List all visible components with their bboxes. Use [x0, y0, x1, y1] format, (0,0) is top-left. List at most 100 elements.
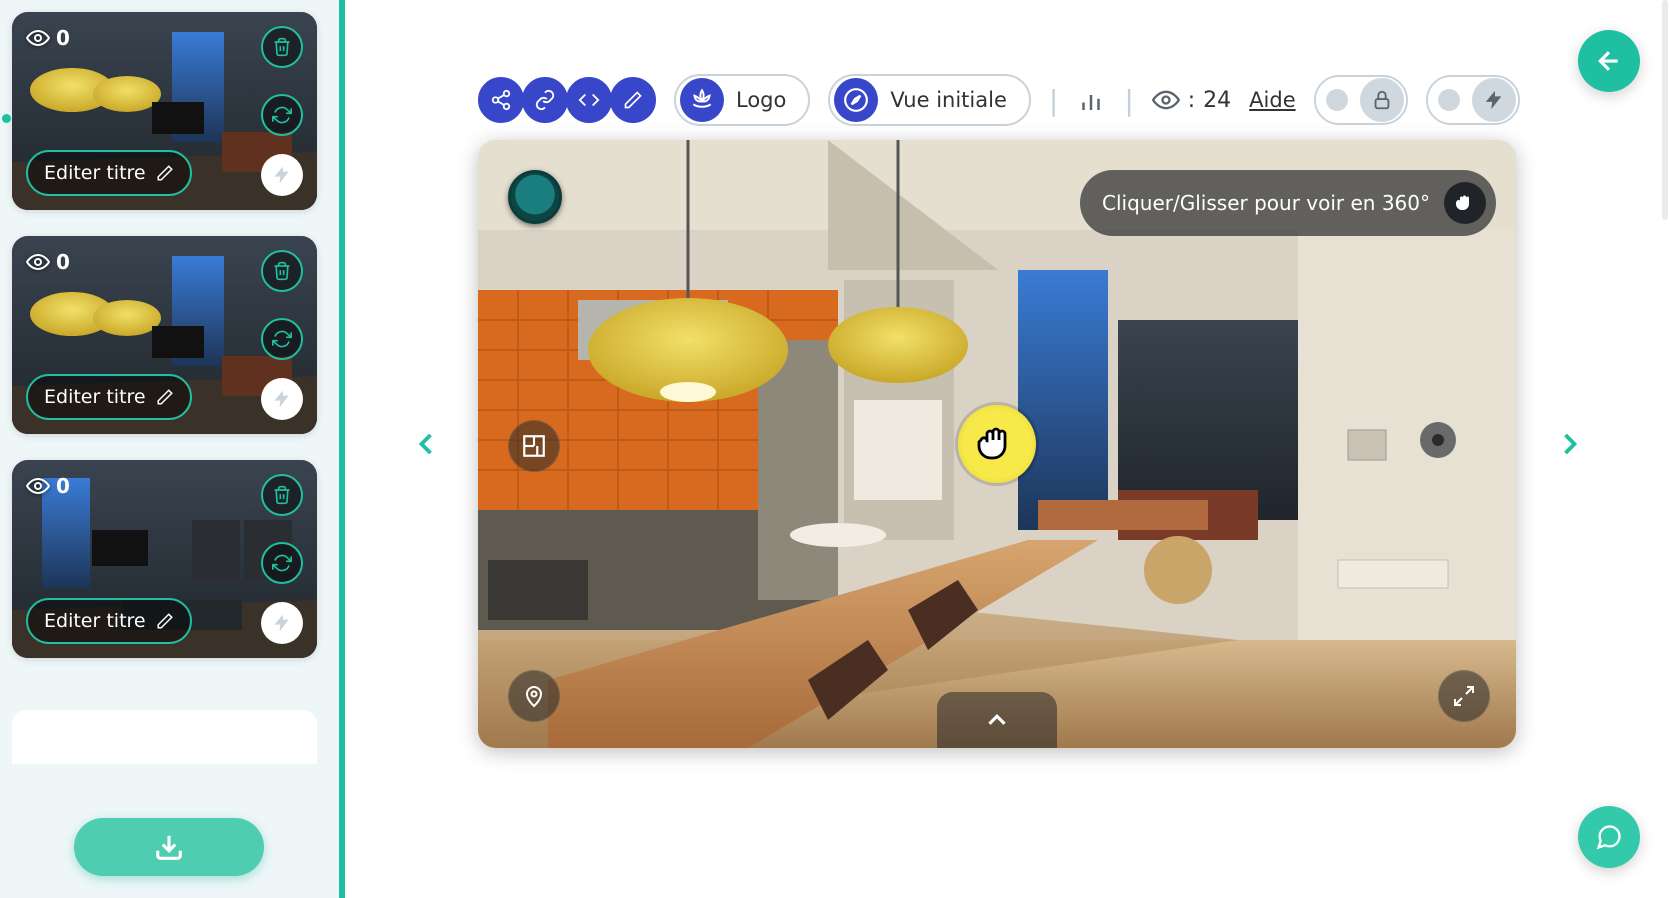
thumbnail-views: 0	[26, 474, 70, 498]
chevron-up-icon	[982, 705, 1012, 735]
trash-icon	[272, 37, 292, 57]
eye-icon	[1152, 86, 1180, 114]
edit-title-label: Editer titre	[44, 162, 146, 184]
delete-button[interactable]	[261, 26, 303, 68]
view-count: 0	[56, 474, 70, 498]
separator: |	[1049, 84, 1058, 117]
lock-icon	[1371, 89, 1393, 111]
thumbnail-item[interactable]: 0 Editer titre	[12, 236, 317, 434]
next-button[interactable]	[1552, 404, 1588, 484]
stats-button[interactable]	[1076, 85, 1106, 115]
edit-title-button[interactable]: Editer titre	[26, 150, 192, 196]
delete-button[interactable]	[261, 474, 303, 516]
chevron-left-icon	[408, 409, 444, 479]
refresh-icon	[272, 105, 292, 125]
bolt-icon	[272, 389, 292, 409]
refresh-button[interactable]	[261, 94, 303, 136]
thumbnail-item[interactable]: 0 Editer titre	[12, 460, 317, 658]
toggle-knob	[1438, 89, 1460, 111]
grab-hand-icon	[973, 420, 1021, 468]
refresh-icon	[272, 329, 292, 349]
thumbnail-views: 0	[26, 26, 70, 50]
logo-button[interactable]: Logo	[674, 74, 810, 126]
compass-icon-wrap	[834, 78, 878, 122]
view-count: 0	[56, 26, 70, 50]
grab-icon	[1453, 191, 1477, 215]
back-fab[interactable]	[1578, 30, 1640, 92]
refresh-icon	[272, 553, 292, 573]
link-icon	[534, 89, 556, 111]
initial-view-label: Vue initiale	[890, 88, 1007, 112]
refresh-button[interactable]	[261, 542, 303, 584]
share-icon	[490, 89, 512, 111]
download-button[interactable]	[74, 818, 264, 876]
logo-icon-wrap	[680, 78, 724, 122]
view-count-prefix: :	[1188, 88, 1195, 113]
edit-title-button[interactable]: Editer titre	[26, 374, 192, 420]
refresh-button[interactable]	[261, 318, 303, 360]
panorama-viewer[interactable]: Cliquer/Glisser pour voir en 360°	[478, 140, 1516, 748]
trash-icon	[272, 261, 292, 281]
bar-chart-icon	[1076, 85, 1106, 115]
gallery-tray[interactable]	[937, 692, 1057, 748]
fullscreen-button[interactable]	[1438, 670, 1490, 722]
cursor-indicator	[958, 405, 1036, 483]
trash-icon	[272, 485, 292, 505]
location-button[interactable]	[508, 670, 560, 722]
delete-button[interactable]	[261, 250, 303, 292]
link-button[interactable]	[522, 77, 568, 123]
share-group	[478, 77, 656, 123]
share-button[interactable]	[478, 77, 524, 123]
scrollbar[interactable]	[1662, 0, 1668, 220]
help-link[interactable]: Aide	[1249, 88, 1295, 112]
quick-action-button[interactable]	[261, 154, 303, 196]
pencil-icon	[156, 164, 174, 182]
embed-button[interactable]	[566, 77, 612, 123]
edit-tour-button[interactable]	[610, 77, 656, 123]
quick-action-button[interactable]	[261, 602, 303, 644]
eye-icon	[26, 26, 50, 50]
floorplan-button[interactable]	[508, 420, 560, 472]
edit-title-label: Editer titre	[44, 610, 146, 632]
sidebar: 0 Editer titre 0	[0, 0, 345, 898]
view-count: 0	[56, 250, 70, 274]
code-icon	[578, 89, 600, 111]
bolt-icon	[272, 613, 292, 633]
pencil-icon	[156, 612, 174, 630]
bolt-icon	[1483, 89, 1505, 111]
hand-icon-wrap	[1444, 182, 1486, 224]
bolt-icon	[272, 165, 292, 185]
thumbnail-list: 0 Editer titre 0	[12, 12, 317, 764]
lock-icon-wrap	[1360, 78, 1404, 122]
chevron-right-icon	[1552, 409, 1588, 479]
map-pin-icon	[522, 684, 546, 708]
separator: |	[1124, 84, 1133, 117]
floorplan-icon	[521, 433, 547, 459]
drag-hint-text: Cliquer/Glisser pour voir en 360°	[1102, 191, 1430, 215]
viewer-area: Cliquer/Glisser pour voir en 360°	[478, 140, 1518, 748]
add-placeholder	[12, 710, 317, 764]
chat-icon	[1595, 823, 1623, 851]
drag-hint: Cliquer/Glisser pour voir en 360°	[1080, 170, 1496, 236]
edit-title-button[interactable]: Editer titre	[26, 598, 192, 644]
download-icon	[154, 832, 184, 862]
pencil-icon	[156, 388, 174, 406]
thumbnail-item[interactable]: 0 Editer titre	[12, 12, 317, 210]
bolt-icon-wrap	[1472, 78, 1516, 122]
brand-badge[interactable]	[508, 170, 562, 224]
view-count-value: 24	[1203, 88, 1231, 113]
expand-icon	[1452, 684, 1476, 708]
edit-title-label: Editer titre	[44, 386, 146, 408]
toolbar: Logo Vue initiale | | : 24 Aide	[478, 74, 1520, 126]
chat-fab[interactable]	[1578, 806, 1640, 868]
compass-icon	[843, 87, 869, 113]
arrow-left-icon	[1594, 46, 1624, 76]
quick-action-button[interactable]	[261, 378, 303, 420]
prev-button[interactable]	[408, 404, 444, 484]
initial-view-button[interactable]: Vue initiale	[828, 74, 1031, 126]
toggle-knob	[1326, 89, 1348, 111]
privacy-toggle[interactable]	[1314, 75, 1408, 125]
lotus-icon	[689, 87, 715, 113]
eye-icon	[26, 250, 50, 274]
boost-toggle[interactable]	[1426, 75, 1520, 125]
